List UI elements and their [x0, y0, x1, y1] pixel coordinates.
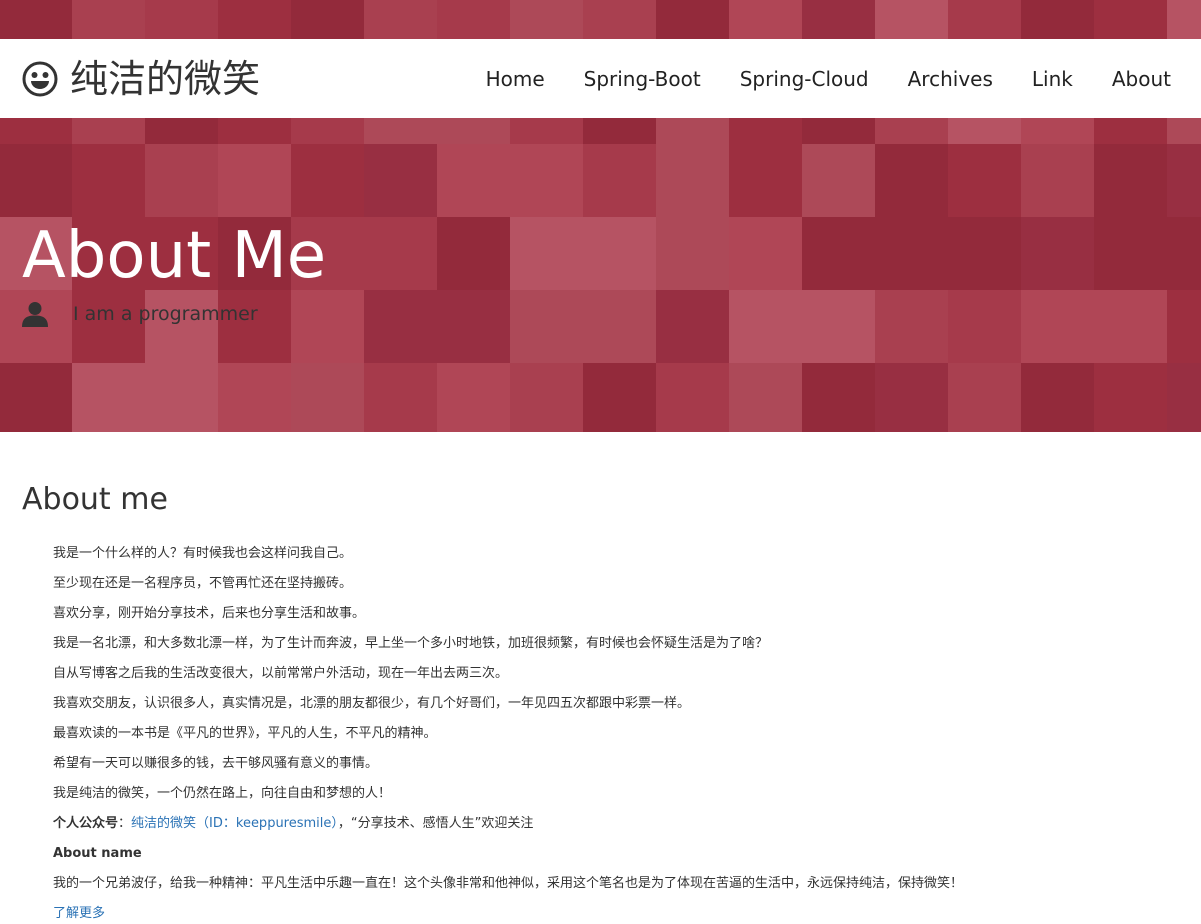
page-subtitle: I am a programmer [22, 301, 258, 327]
about-name-heading: About name [53, 844, 1183, 874]
wechat-link[interactable]: 纯洁的微笑（ID：keeppuresmile） [131, 816, 338, 831]
paragraph: 至少现在还是一名程序员，不管再忙还在坚持搬砖。 [53, 576, 353, 591]
paragraph: 最喜欢读的一本书是《平凡的世界》，平凡的人生，不平凡的精神。 [53, 726, 437, 741]
wechat-suffix: ，“分享技术、感悟人生”欢迎关注 [337, 816, 534, 831]
learn-more-link[interactable]: 了解更多 [53, 906, 105, 921]
about-name-text: 我的一个兄弟波仔，给我一种精神：平凡生活中乐趣一直在！这个头像非常和他神似，采用… [53, 876, 964, 891]
wechat-separator: ： [118, 816, 132, 831]
paragraph: 自从写博客之后我的生活改变很大，以前常常户外活动，现在一年出去两三次。 [53, 666, 509, 681]
paragraph: 我喜欢交朋友，认识很多人，真实情况是，北漂的朋友都很少，有几个好哥们，一年见四五… [53, 696, 691, 711]
about-text: 我是一个什么样的人？有时候我也会这样问我自己。 至少现在还是一名程序员，不管再忙… [53, 544, 1183, 924]
nav-home[interactable]: Home [486, 69, 545, 89]
nav-spring-cloud[interactable]: Spring-Cloud [740, 69, 869, 89]
nav-archives[interactable]: Archives [908, 69, 993, 89]
smiley-icon [22, 61, 58, 97]
brand-name: 纯洁的微笑 [70, 57, 261, 101]
page-title: About Me [22, 219, 327, 293]
paragraph: 我是一名北漂，和大多数北漂一样，为了生计而奔波，早上坐一个多小时地铁，加班很频繁… [53, 636, 769, 651]
nav-about[interactable]: About [1112, 69, 1171, 89]
nav-spring-boot[interactable]: Spring-Boot [584, 69, 701, 89]
main-nav: Home Spring-Boot Spring-Cloud Archives L… [486, 39, 1171, 118]
paragraph: 我是一个什么样的人？有时候我也会这样问我自己。 [53, 546, 353, 561]
more-line: 了解更多 [53, 904, 1183, 924]
wechat-label: 个人公众号 [53, 816, 119, 831]
section-title: About me [22, 482, 168, 517]
nav-link[interactable]: Link [1032, 69, 1073, 89]
paragraph: 我是纯洁的微笑，一个仍然在路上，向往自由和梦想的人！ [53, 786, 392, 801]
top-navbar: 纯洁的微笑 Home Spring-Boot Spring-Cloud Arch… [0, 39, 1201, 118]
wechat-line: 个人公众号：纯洁的微笑（ID：keeppuresmile），“分享技术、感悟人生… [53, 814, 1183, 844]
page-header: About Me I am a programmer [0, 118, 1201, 432]
subtitle-text: I am a programmer [73, 303, 258, 325]
paragraph: 希望有一天可以赚很多的钱，去干够风骚有意义的事情。 [53, 756, 379, 771]
brand-logo[interactable]: 纯洁的微笑 [22, 55, 260, 103]
user-icon [22, 302, 48, 327]
paragraph: 喜欢分享，刚开始分享技术，后来也分享生活和故事。 [53, 606, 366, 621]
about-name-heading-text: About name [53, 846, 142, 861]
